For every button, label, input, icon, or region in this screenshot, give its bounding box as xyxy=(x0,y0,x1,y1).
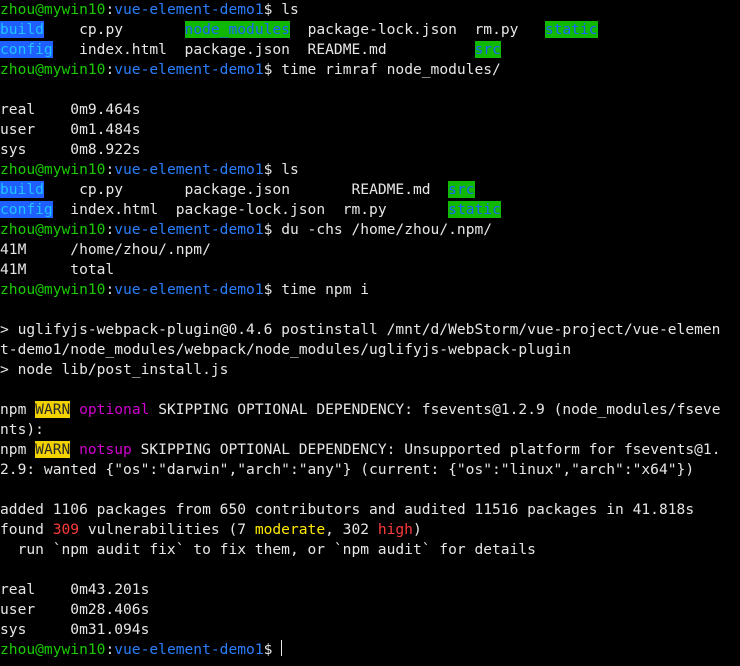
directory-entry: build xyxy=(0,181,44,198)
text-cursor-icon xyxy=(281,640,283,656)
prompt-dir: vue-element-demo1 xyxy=(114,641,264,658)
prompt-dir: vue-element-demo1 xyxy=(114,221,264,238)
prompt-dir: vue-element-demo1 xyxy=(114,61,264,78)
timing-user: user 0m28.406s xyxy=(0,601,150,618)
timing-real: real 0m9.464s xyxy=(0,101,141,118)
command-text: time npm i xyxy=(272,281,370,298)
prompt-user: zhou@mywin10 xyxy=(0,641,106,658)
prompt-colon: : xyxy=(105,161,115,178)
npm-added-summary: added 1106 packages from 650 contributor… xyxy=(0,501,695,518)
file-entry: package.json xyxy=(184,41,290,58)
terminal-line-current-prompt[interactable]: zhou@mywin10:vue-element-demo1$ xyxy=(0,640,740,660)
npm-vulnerability-summary: found 309 vulnerabilities (7 moderate, 3… xyxy=(0,521,422,538)
directory-entry: static xyxy=(544,21,598,38)
prompt-user: zhou@mywin10 xyxy=(0,61,106,78)
ls-output-row: config index.html package-lock.json rm.p… xyxy=(0,200,740,220)
directory-entry: src xyxy=(474,41,501,58)
prompt-colon: : xyxy=(105,281,115,298)
prompt-colon: : xyxy=(105,61,115,78)
terminal-line-prompt-ls1: zhou@mywin10:vue-element-demo1$ ls xyxy=(0,0,740,20)
prompt-user: zhou@mywin10 xyxy=(0,221,106,238)
du-output-line: 41M /home/zhou/.npm/ xyxy=(0,241,211,258)
file-entry: package.json xyxy=(184,181,290,198)
prompt-colon: : xyxy=(105,221,115,238)
vulnerability-count: 309 xyxy=(52,521,80,538)
notsup-label: notsup xyxy=(79,441,132,458)
file-entry: cp.py xyxy=(79,181,124,198)
file-entry: README.md xyxy=(307,41,387,58)
moderate-label: moderate xyxy=(254,521,326,538)
file-entry: package-lock.json xyxy=(175,201,326,218)
prompt-dir: vue-element-demo1 xyxy=(114,161,264,178)
command-text: ls xyxy=(272,161,299,178)
terminal-window[interactable]: zhou@mywin10:vue-element-demo1$ ls build… xyxy=(0,0,740,666)
postinstall-line: > uglifyjs-webpack-plugin@0.4.6 postinst… xyxy=(0,321,721,338)
directory-entry: config xyxy=(0,41,53,58)
file-entry: README.md xyxy=(351,181,431,198)
file-entry: index.html xyxy=(79,41,167,58)
file-entry: rm.py xyxy=(342,201,387,218)
npm-audit-hint: run `npm audit fix` to fix them, or `npm… xyxy=(0,541,536,558)
directory-entry: node_modules xyxy=(184,21,290,38)
prompt-colon: : xyxy=(105,1,115,18)
npm-warn-continuation: nts): xyxy=(0,421,44,438)
file-entry: rm.py xyxy=(474,21,519,38)
terminal-line-prompt-npm-install: zhou@mywin10:vue-element-demo1$ time npm… xyxy=(0,280,740,300)
warn-badge: WARN xyxy=(35,401,71,418)
command-text: du -chs /home/zhou/.npm/ xyxy=(272,221,493,238)
ls-output-row: build cp.py package.json README.md src xyxy=(0,180,740,200)
file-entry: cp.py xyxy=(79,21,124,38)
terminal-line-prompt-rimraf: zhou@mywin10:vue-element-demo1$ time rim… xyxy=(0,60,740,80)
prompt-dir: vue-element-demo1 xyxy=(114,281,264,298)
timing-sys: sys 0m8.922s xyxy=(0,141,141,158)
terminal-line-prompt-du: zhou@mywin10:vue-element-demo1$ du -chs … xyxy=(0,220,740,240)
directory-entry: build xyxy=(0,21,44,38)
ls-output-row: build cp.py node_modules package-lock.js… xyxy=(0,20,740,40)
npm-warn-continuation: 2.9: wanted {"os":"darwin","arch":"any"}… xyxy=(0,461,695,478)
ls-output-row: config index.html package.json README.md… xyxy=(0,40,740,60)
terminal-line-prompt-ls2: zhou@mywin10:vue-element-demo1$ ls xyxy=(0,160,740,180)
file-entry: index.html xyxy=(70,201,159,218)
directory-entry: static xyxy=(448,201,501,218)
prompt-user: zhou@mywin10 xyxy=(0,281,106,298)
file-entry: package-lock.json xyxy=(307,21,457,38)
du-output-line: 41M total xyxy=(0,261,115,278)
command-text: ls xyxy=(272,1,299,18)
directory-entry: config xyxy=(0,201,53,218)
timing-real: real 0m43.201s xyxy=(0,581,150,598)
directory-entry: src xyxy=(448,181,475,198)
npm-warn-line: npm WARN notsup SKIPPING OPTIONAL DEPEND… xyxy=(0,441,721,458)
command-input[interactable] xyxy=(272,641,281,658)
postinstall-line: > node lib/post_install.js xyxy=(0,361,229,378)
timing-user: user 0m1.484s xyxy=(0,121,141,138)
prompt-user: zhou@mywin10 xyxy=(0,1,106,18)
postinstall-line: t-demo1/node_modules/webpack/node_module… xyxy=(0,341,572,358)
optional-label: optional xyxy=(79,401,150,418)
prompt-user: zhou@mywin10 xyxy=(0,161,106,178)
prompt-dir: vue-element-demo1 xyxy=(114,1,264,18)
command-text: time rimraf node_modules/ xyxy=(272,61,501,78)
prompt-colon: : xyxy=(105,641,115,658)
warn-badge: WARN xyxy=(35,441,71,458)
high-label: high xyxy=(377,521,413,538)
npm-warn-line: npm WARN optional SKIPPING OPTIONAL DEPE… xyxy=(0,401,721,418)
timing-sys: sys 0m31.094s xyxy=(0,621,150,638)
